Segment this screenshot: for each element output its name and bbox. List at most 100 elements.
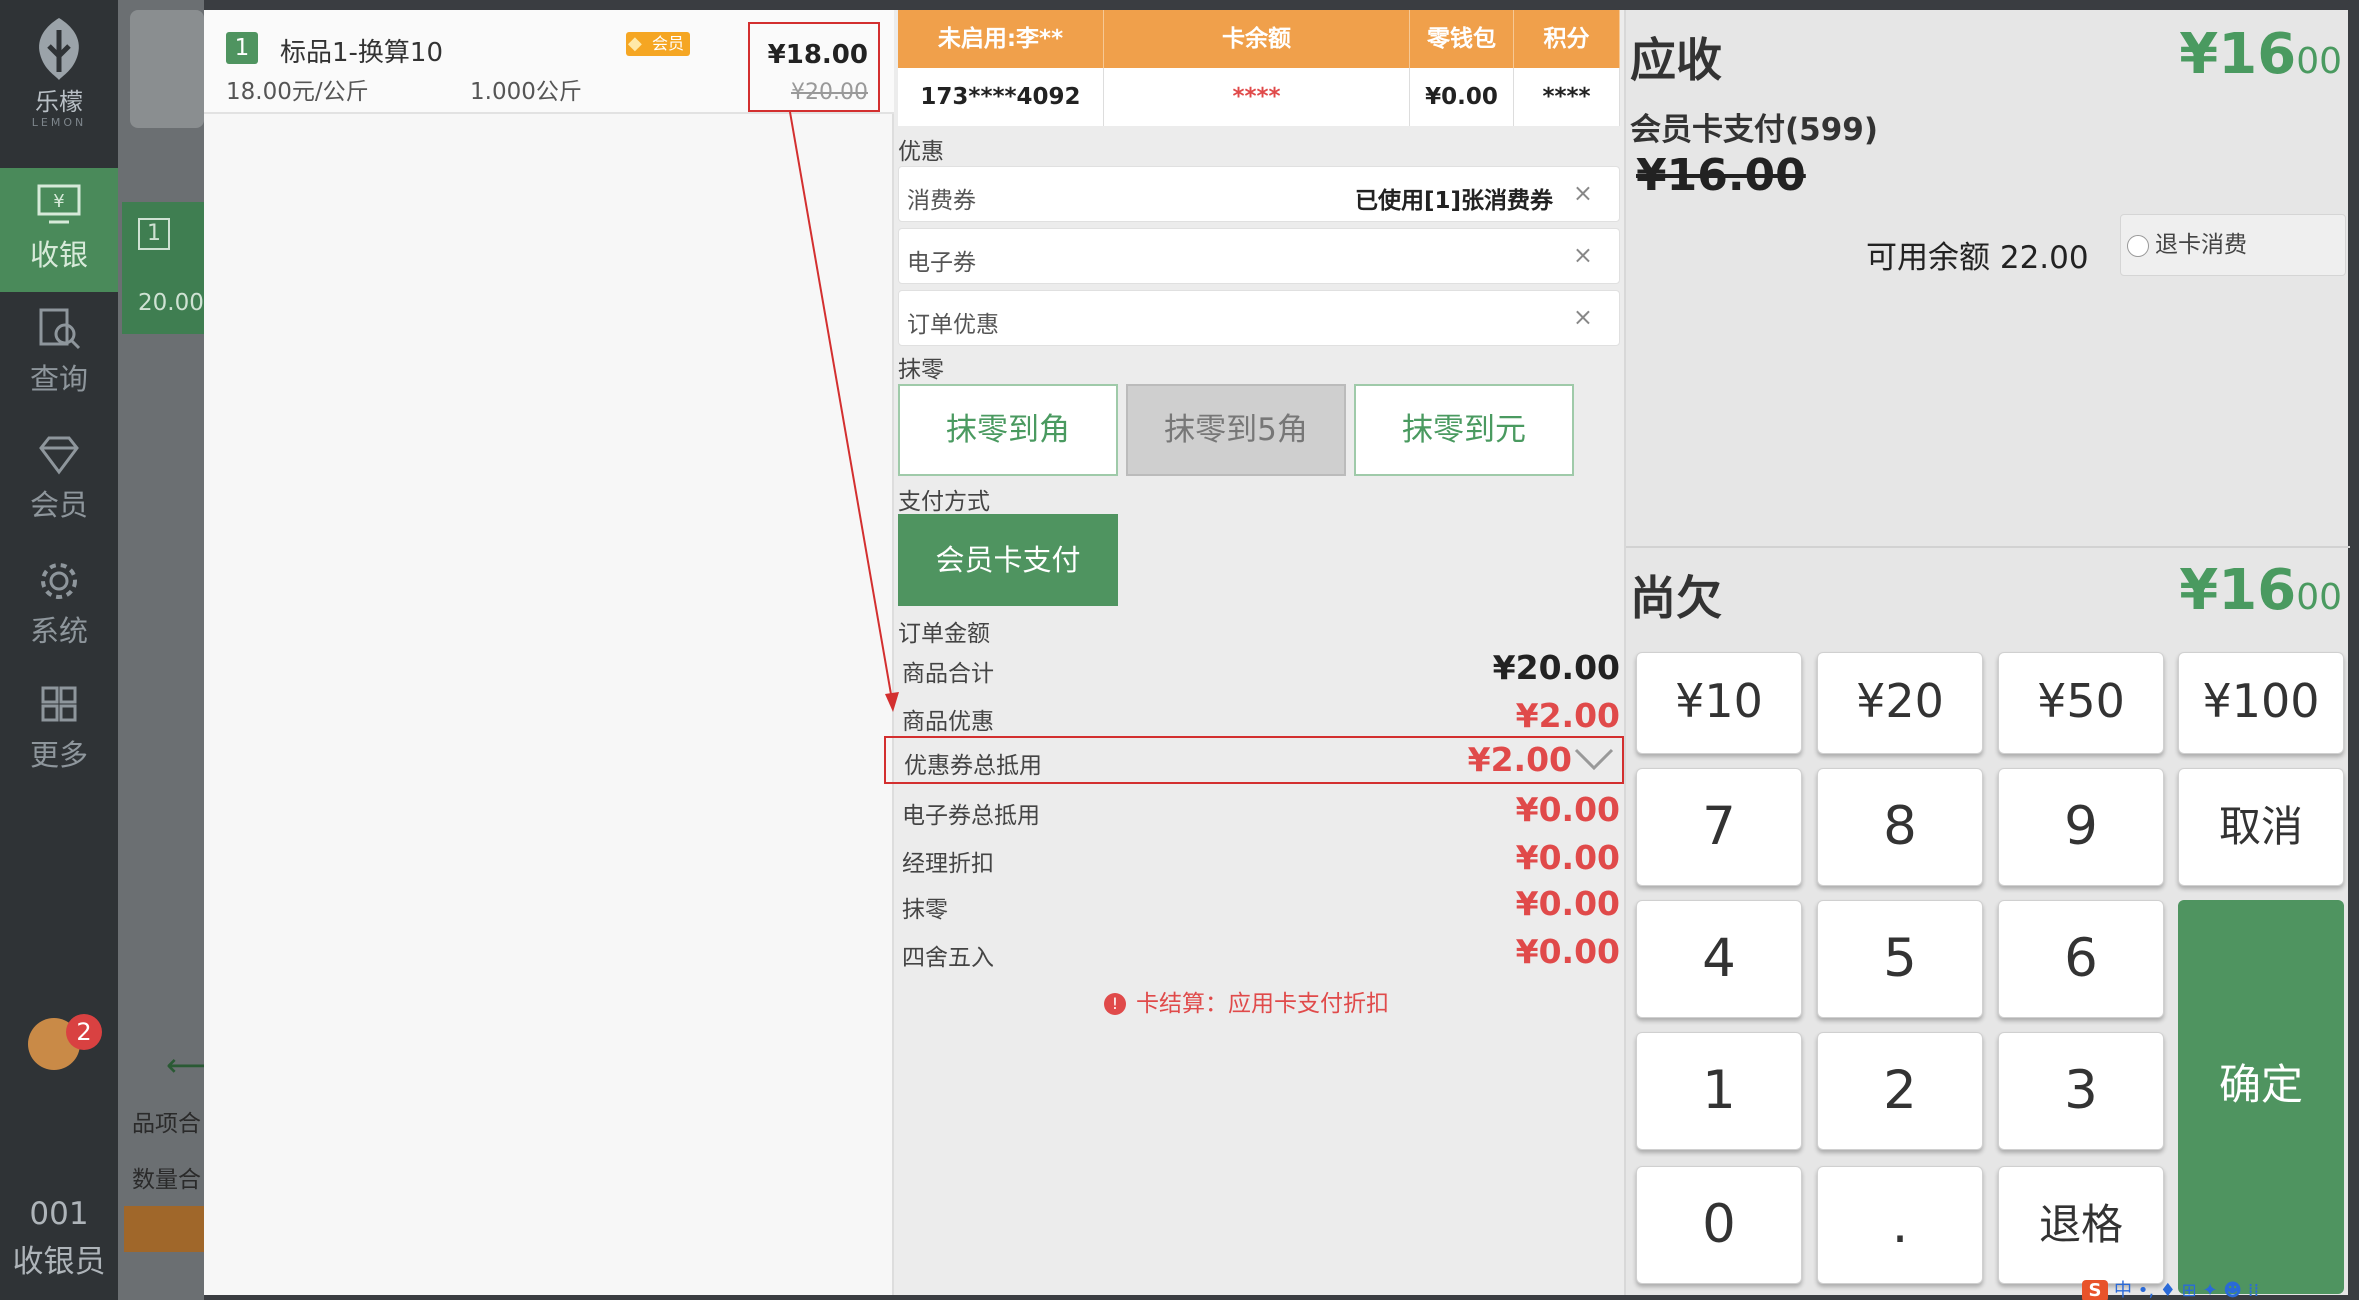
nav-more-label: 更多	[29, 738, 88, 772]
cart-panel: 1 标品1-换算10 会员 18.00元/公斤 1.000公斤 ¥18.00 ¥…	[204, 10, 894, 1295]
lemon-logo-icon	[39, 18, 79, 80]
amount-label: 商品优惠	[902, 709, 994, 735]
payment-section-label: 支付方式	[898, 489, 990, 515]
member-header-balance: 卡余额	[1104, 10, 1410, 68]
key-7[interactable]: 7	[1636, 768, 1802, 886]
employee-number: 001	[29, 1196, 89, 1232]
amount-value: ¥0.00	[1515, 932, 1620, 971]
key-9[interactable]: 9	[1998, 768, 2164, 886]
backspace-button[interactable]: 退格	[1998, 1166, 2164, 1284]
amount-value: ¥0.00	[1515, 838, 1620, 877]
amount-row-goods-discount: 商品优惠 ¥2.00	[898, 694, 1620, 740]
nav-system[interactable]: 系统	[0, 544, 118, 668]
background-item-price: 20.00	[138, 290, 204, 316]
quick-amount-20[interactable]: ¥20	[1817, 652, 1983, 754]
round-to-5jiao-button[interactable]: 抹零到5角	[1126, 384, 1346, 476]
key-8[interactable]: 8	[1817, 768, 1983, 886]
member-icon	[39, 436, 79, 475]
payment-line: 会员卡支付(599)	[1630, 112, 1879, 148]
nav-search-label: 查询	[29, 362, 88, 396]
coupon-value: 已使用[1]张消费券	[1354, 188, 1553, 214]
key-decimal[interactable]: .	[1817, 1166, 1983, 1284]
member-badge: 会员	[626, 32, 690, 56]
receivable-title: 应收	[1630, 33, 1722, 87]
gear-icon	[41, 563, 77, 599]
owed-amount: ¥1600	[2179, 558, 2342, 623]
amount-row-goods-total: 商品合计 ¥20.00	[898, 646, 1620, 692]
chevron-down-icon[interactable]	[1574, 744, 1614, 774]
round-to-yuan-button[interactable]: 抹零到元	[1354, 384, 1574, 476]
amount-label: 电子券总抵用	[902, 803, 1040, 829]
cart-item-price: ¥18.00	[767, 40, 868, 70]
coupon-row-ecoupon[interactable]: 电子券 ×	[898, 228, 1620, 284]
member-card-pay-button[interactable]: 会员卡支付	[898, 514, 1118, 606]
order-detail-panel: 未启用:李** 卡余额 零钱包 积分 173****4092 **** ¥0.0…	[884, 10, 1624, 1295]
amount-row-round-half: 四舍五入 ¥0.00	[898, 930, 1620, 976]
checkout-panel: 应收 ¥1600 会员卡支付(599) ¥16.00 可用余额 22.00 退卡…	[1624, 10, 2350, 1295]
nav-search[interactable]: 查询	[0, 292, 118, 416]
background-item-index: 1	[138, 218, 170, 250]
cancel-button[interactable]: 取消	[2178, 768, 2344, 886]
grid-icon	[41, 686, 77, 722]
clear-ecoupon-icon[interactable]: ×	[1573, 241, 1593, 269]
key-2[interactable]: 2	[1817, 1032, 1983, 1150]
divider	[1626, 546, 2350, 548]
refund-consume-radio[interactable]: 退卡消费	[2120, 214, 2346, 276]
amount-value: ¥2.00	[1467, 740, 1572, 779]
key-3[interactable]: 3	[1998, 1032, 2164, 1150]
order-discount-label: 订单优惠	[907, 312, 999, 338]
amount-label: 经理折扣	[902, 851, 994, 877]
nav-member[interactable]: 会员	[0, 418, 118, 542]
receivable-amount: ¥1600	[2179, 22, 2342, 87]
cart-item[interactable]: 1 标品1-换算10 会员 18.00元/公斤 1.000公斤 ¥18.00 ¥…	[204, 10, 894, 114]
key-1[interactable]: 1	[1636, 1032, 1802, 1150]
quick-amount-100[interactable]: ¥100	[2178, 652, 2344, 754]
available-balance: 可用余额 22.00	[1866, 240, 2089, 276]
employee-title: 收银员	[12, 1244, 106, 1280]
coupon-row-order-discount[interactable]: 订单优惠 ×	[898, 290, 1620, 346]
amount-value: ¥0.00	[1515, 884, 1620, 923]
logo-subtext: LEMON	[31, 116, 87, 129]
key-6[interactable]: 6	[1998, 900, 2164, 1018]
key-5[interactable]: 5	[1817, 900, 1983, 1018]
discount-section-label: 优惠	[898, 139, 944, 165]
nav-system-label: 系统	[29, 614, 88, 648]
quick-amount-10[interactable]: ¥10	[1636, 652, 1802, 754]
amount-value: ¥0.00	[1515, 790, 1620, 829]
member-header-name: 未启用:李**	[898, 10, 1104, 68]
cart-item-index: 1	[226, 32, 258, 64]
quick-amount-50[interactable]: ¥50	[1998, 652, 2164, 754]
member-points: ****	[1514, 68, 1620, 126]
nav-cashier[interactable]: ¥ 收银	[0, 168, 118, 292]
key-0[interactable]: 0	[1636, 1166, 1802, 1284]
background-summary-items: 品项合	[132, 1111, 201, 1137]
confirm-button[interactable]: 确定	[2178, 900, 2344, 1294]
background-tab	[130, 10, 204, 128]
ime-logo-icon: S	[2082, 1280, 2108, 1300]
nav-more[interactable]: 更多	[0, 668, 118, 792]
card-settlement-note: ! 卡结算：应用卡支付折扣	[1104, 984, 1389, 1018]
member-wallet: ¥0.00	[1410, 68, 1514, 126]
app-logo: 乐檬 LEMON	[0, 14, 118, 129]
coupon-row-consumption[interactable]: 消费券 已使用[1]张消费券 ×	[898, 166, 1620, 222]
order-amount-section-label: 订单金额	[898, 621, 990, 647]
amount-row-ecoupon-total: 电子券总抵用 ¥0.00	[898, 788, 1620, 834]
amount-row-rounding: 抹零 ¥0.00	[898, 882, 1620, 928]
amount-label: 抹零	[902, 897, 948, 923]
amount-row-coupon-total[interactable]: 优惠券总抵用 ¥2.00	[884, 736, 1624, 784]
cart-item-original-price: ¥20.00	[791, 80, 868, 105]
member-phone: 173****4092	[898, 68, 1104, 126]
ime-status: 中 •, ♦ ⊞ ✦ ☻ ⁞⁞	[2114, 1280, 2260, 1300]
search-icon	[39, 308, 81, 350]
round-to-jiao-button[interactable]: 抹零到角	[898, 384, 1118, 476]
clear-order-discount-icon[interactable]: ×	[1573, 303, 1593, 331]
alert-icon: !	[1104, 993, 1126, 1015]
logo-text: 乐檬	[35, 88, 83, 116]
side-nav: 乐檬 LEMON ¥ 收银 查询 会员 系统 更多 2 001 收银员	[0, 0, 118, 1300]
amount-value: ¥20.00	[1492, 648, 1620, 687]
key-4[interactable]: 4	[1636, 900, 1802, 1018]
clear-coupon-icon[interactable]: ×	[1573, 179, 1593, 207]
svg-text:¥: ¥	[53, 191, 64, 212]
ecoupon-label: 电子券	[907, 250, 976, 276]
ime-toolbar[interactable]: S 中 •, ♦ ⊞ ✦ ☻ ⁞⁞	[2082, 1276, 2359, 1300]
